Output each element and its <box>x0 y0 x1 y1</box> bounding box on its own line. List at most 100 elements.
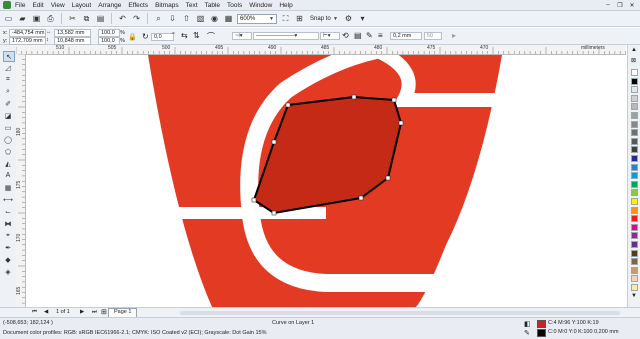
palette-swatch[interactable] <box>631 112 638 119</box>
palette-swatch[interactable] <box>631 120 638 128</box>
fill-swatch[interactable] <box>537 320 546 328</box>
palette-swatch[interactable] <box>631 137 638 145</box>
palette-swatch[interactable] <box>631 223 638 231</box>
outline-style-select[interactable]: ———————▾ <box>253 32 319 40</box>
curve-node[interactable] <box>358 195 364 201</box>
open-folder-icon[interactable]: ▰ <box>17 13 28 24</box>
scale-y-field[interactable]: 100,0 <box>98 37 120 45</box>
welcome-screen-icon[interactable]: ▦ <box>223 13 234 24</box>
palette-swatch[interactable] <box>631 94 638 102</box>
end-arrowhead-select[interactable]: ⊢▾ <box>320 32 340 40</box>
copy-icon[interactable]: ⧉ <box>81 13 92 24</box>
palette-swatch[interactable] <box>631 275 638 283</box>
menu-layout[interactable]: Layout <box>72 2 92 9</box>
palette-swatch[interactable] <box>631 155 638 162</box>
curve-node[interactable] <box>398 120 404 126</box>
palette-swatch[interactable] <box>631 77 638 85</box>
basic-shapes-icon[interactable]: ◭ <box>3 159 13 168</box>
palette-scroll-down-icon[interactable]: ▼ <box>631 293 637 299</box>
docker-icon[interactable]: ▾ <box>357 13 368 24</box>
outline-swatch[interactable] <box>537 329 546 337</box>
text-tool-icon[interactable]: A <box>3 171 13 180</box>
start-arrowhead-select[interactable]: ⊣▾ <box>232 32 252 40</box>
close-icon[interactable]: ✕ <box>627 1 637 9</box>
rectangle-tool-icon[interactable]: ▭ <box>3 123 13 132</box>
palette-swatch[interactable] <box>631 198 638 205</box>
search-content-icon[interactable]: ⌕ <box>153 13 164 24</box>
width-field[interactable]: 13,582 mm <box>54 29 91 37</box>
export-icon[interactable]: ⇧ <box>181 13 192 24</box>
scale-x-field[interactable]: 100,0 <box>98 29 120 37</box>
menu-window[interactable]: Window <box>249 2 272 9</box>
first-page-icon[interactable]: ⏮ <box>32 309 37 316</box>
menu-arrange[interactable]: Arrange <box>98 2 121 9</box>
outline-width-field[interactable]: 0,2 mm <box>390 32 422 40</box>
palette-swatch[interactable] <box>631 266 638 274</box>
palette-swatch[interactable] <box>631 180 638 188</box>
menu-file[interactable]: File <box>15 2 25 9</box>
menu-bitmaps[interactable]: Bitmaps <box>155 2 178 9</box>
curve-node[interactable] <box>385 175 391 181</box>
palette-swatch[interactable] <box>631 284 638 291</box>
palette-swatch[interactable] <box>631 258 638 266</box>
snap-to-dropdown[interactable]: Snap to ▼ <box>308 14 340 24</box>
application-launcher-icon[interactable]: ◉ <box>209 13 220 24</box>
palette-swatch[interactable] <box>631 206 638 214</box>
options-icon[interactable]: ⚙ <box>343 13 354 24</box>
rotation-field[interactable]: 0,0 <box>151 33 174 41</box>
previous-page-icon[interactable]: ◀ <box>44 309 48 315</box>
smart-fill-icon[interactable]: ◪ <box>3 111 13 120</box>
curve-node[interactable] <box>251 197 257 203</box>
pick-tool-icon[interactable]: ↖ <box>3 51 15 62</box>
menu-view[interactable]: View <box>51 2 65 9</box>
polygon-tool-icon[interactable]: ⬠ <box>3 147 13 156</box>
horizontal-scrollbar[interactable] <box>180 311 620 315</box>
import-icon[interactable]: ⇩ <box>167 13 178 24</box>
ellipse-tool-icon[interactable]: ◯ <box>3 135 13 144</box>
app-icon[interactable] <box>3 1 11 9</box>
curve-node[interactable] <box>391 97 397 103</box>
interactive-fill-icon[interactable]: ◈ <box>3 267 13 276</box>
curve-node[interactable] <box>351 94 357 100</box>
color-profiles[interactable]: Document color profiles: RGB: sRGB IEC61… <box>3 330 267 336</box>
blend-tool-icon[interactable]: ⧓ <box>3 219 13 228</box>
menu-table[interactable]: Table <box>205 2 221 9</box>
horizontal-ruler[interactable]: 510 505 500 495 490 485 480 475 470 mill… <box>16 45 626 55</box>
shape-tool-icon[interactable]: ◿ <box>3 63 13 72</box>
eyedropper-tool-icon[interactable]: ⌖ <box>3 231 13 240</box>
curve-node[interactable] <box>271 139 277 145</box>
full-screen-icon[interactable]: ⛶ <box>280 13 291 24</box>
palette-swatch[interactable] <box>631 86 638 94</box>
close-curve-icon[interactable]: ⟲ <box>342 31 349 40</box>
new-document-icon[interactable]: ▭ <box>3 13 14 24</box>
palette-swatch[interactable] <box>631 241 638 248</box>
palette-swatch[interactable] <box>631 146 638 154</box>
menu-edit[interactable]: Edit <box>32 2 43 9</box>
x-position-field[interactable]: -484,754 mm <box>9 29 46 37</box>
rulers-icon[interactable]: ⊞ <box>294 13 305 24</box>
palette-swatch[interactable] <box>631 103 638 111</box>
palette-swatch[interactable] <box>631 249 638 257</box>
menu-text[interactable]: Text <box>186 2 198 9</box>
height-field[interactable]: 10,848 mm <box>54 37 91 45</box>
table-tool-icon[interactable]: ▦ <box>3 183 13 192</box>
next-page-icon[interactable]: ▶ <box>80 309 84 315</box>
menu-tools[interactable]: Tools <box>227 2 242 9</box>
palette-scroll-up-icon[interactable]: ▲ <box>631 47 637 53</box>
dimension-tool-icon[interactable]: ⟷ <box>3 195 13 204</box>
redo-icon[interactable]: ↷ <box>131 13 142 24</box>
connector-tool-icon[interactable]: ⌙ <box>3 207 13 216</box>
slider-icon[interactable]: ▸ <box>452 31 456 40</box>
smoothing-field[interactable]: 50 <box>424 32 442 40</box>
palette-swatch[interactable] <box>631 189 638 197</box>
minimize-icon[interactable]: – <box>603 1 613 9</box>
fill-tool-icon[interactable]: ◆ <box>3 255 13 264</box>
vertical-ruler[interactable]: 180 175 170 165 <box>16 54 26 307</box>
zoom-tool-icon[interactable]: ⌕ <box>3 87 13 96</box>
palette-swatch[interactable] <box>631 232 638 240</box>
palette-swatch[interactable] <box>631 215 638 223</box>
print-icon[interactable]: ⎙ <box>45 13 56 24</box>
lock-ratio-icon[interactable]: 🔒 <box>128 33 137 41</box>
curve-node[interactable] <box>285 102 291 108</box>
y-position-field[interactable]: 172,709 mm <box>9 37 46 45</box>
